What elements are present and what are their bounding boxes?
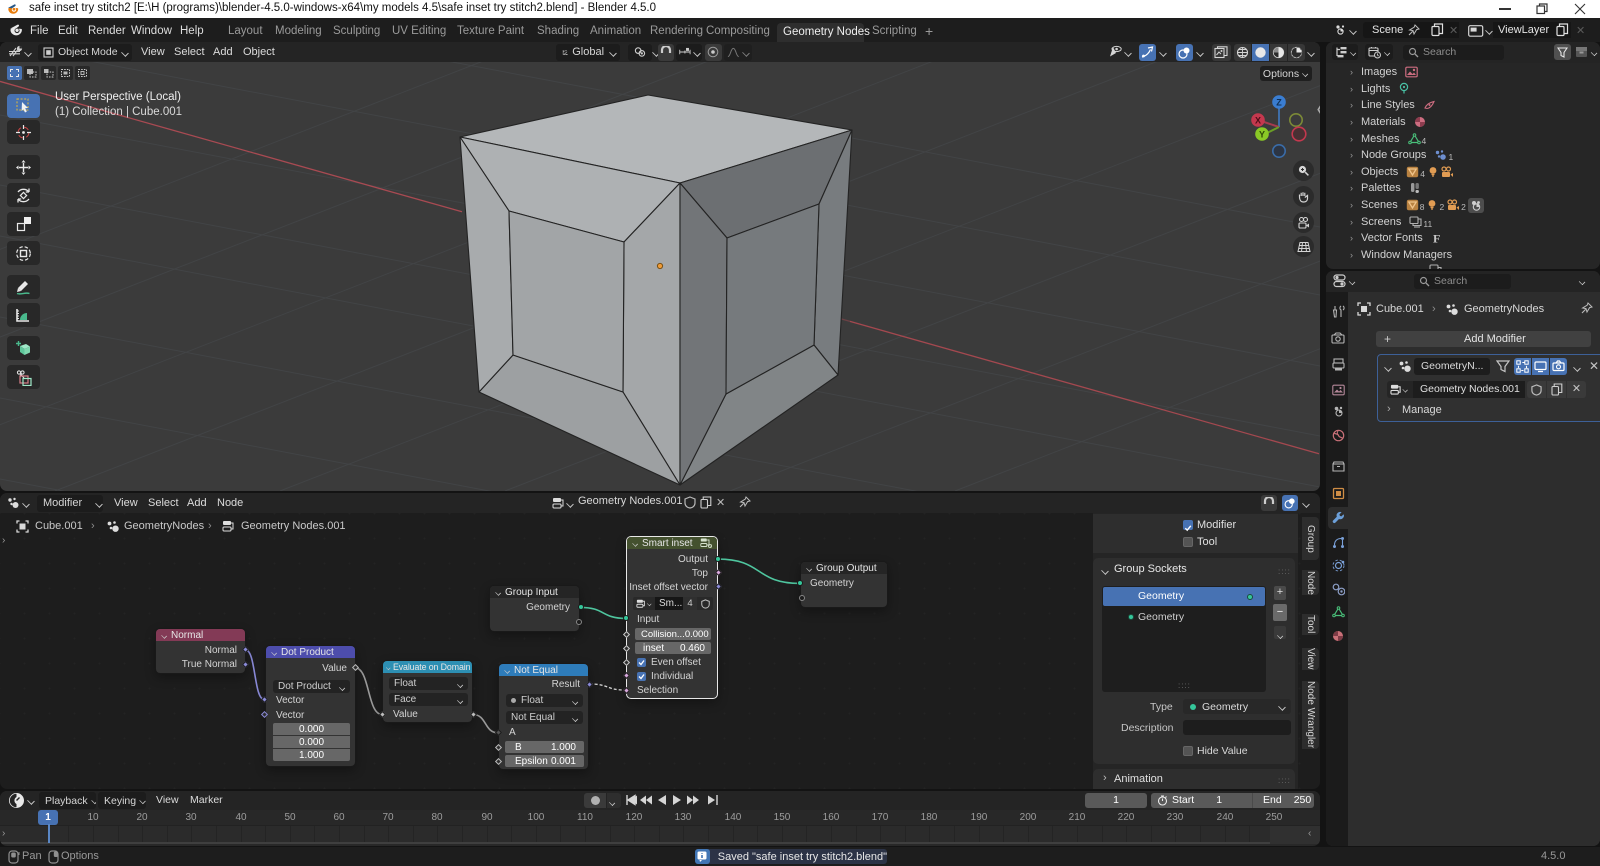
svg-text:Y: Y: [1259, 130, 1265, 140]
svg-text:Z: Z: [1276, 98, 1282, 108]
svg-text:F: F: [1433, 232, 1440, 244]
svg-text:X: X: [1255, 116, 1261, 126]
